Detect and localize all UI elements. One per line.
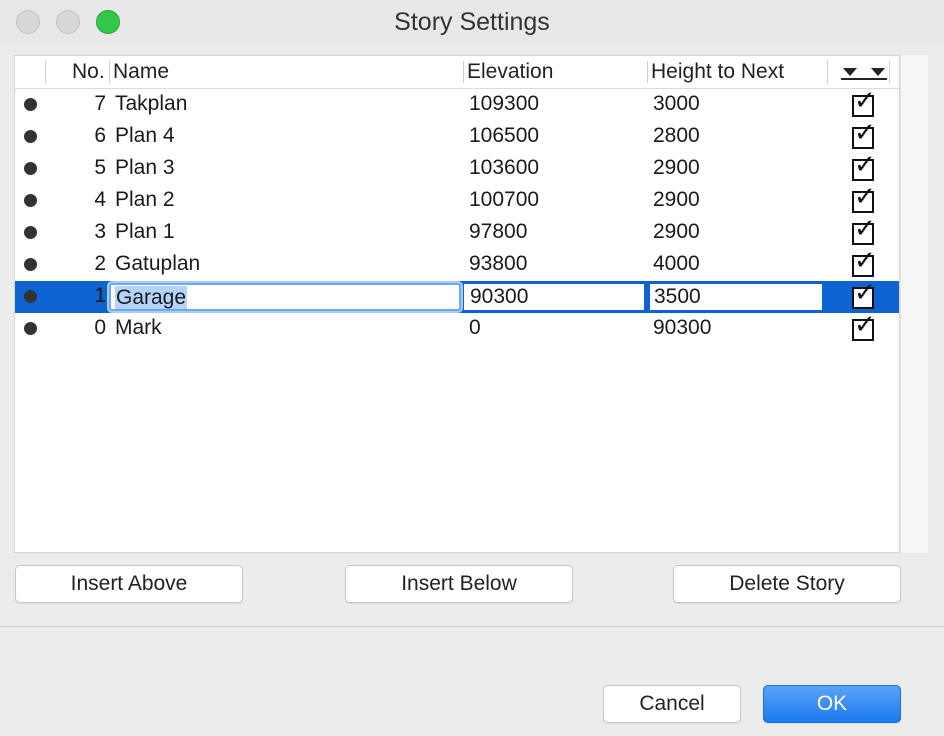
table-row[interactable]: 2 Gatuplan 93800 4000 ✓ xyxy=(15,247,899,281)
table-row[interactable]: 3 Plan 1 97800 2900 ✓ xyxy=(15,215,899,249)
show-story-checkbox[interactable]: ✓ xyxy=(852,151,876,181)
column-separator xyxy=(109,61,110,83)
story-height-to-next[interactable]: 4000 xyxy=(653,252,700,276)
checkmark-icon: ✓ xyxy=(854,245,876,275)
column-separator xyxy=(45,61,46,83)
show-story-checkbox[interactable]: ✓ xyxy=(852,311,876,341)
story-elevation[interactable]: 106500 xyxy=(469,124,539,148)
story-bullet-icon xyxy=(24,258,37,271)
table-header: No. Name Elevation Height to Next xyxy=(15,56,899,89)
story-height-to-next[interactable]: 90300 xyxy=(653,316,711,340)
column-separator xyxy=(647,61,648,83)
checkmark-icon: ✓ xyxy=(854,85,876,115)
column-separator xyxy=(827,61,828,83)
triangle-down-icon xyxy=(843,68,857,76)
table-row-selected[interactable]: 1 Garage 90300 3500 ✓ xyxy=(15,279,899,313)
story-number: 0 xyxy=(94,316,106,339)
column-header-name[interactable]: Name xyxy=(113,60,169,84)
story-number: 2 xyxy=(94,252,106,275)
story-name[interactable]: Takplan xyxy=(115,92,187,116)
story-elevation: 90300 xyxy=(470,285,529,308)
story-number: 1 xyxy=(94,284,106,307)
story-bullet-icon xyxy=(24,194,37,207)
checkmark-icon: ✓ xyxy=(854,277,876,307)
story-name: Garage xyxy=(115,286,188,309)
show-story-checkbox[interactable]: ✓ xyxy=(852,87,876,117)
checkmark-icon: ✓ xyxy=(854,309,876,339)
story-bullet-icon xyxy=(24,98,37,111)
story-elevation[interactable]: 97800 xyxy=(469,220,527,244)
story-bullet-icon xyxy=(24,290,37,303)
show-story-checkbox[interactable]: ✓ xyxy=(852,119,876,149)
story-name-input[interactable]: Garage xyxy=(109,283,461,311)
insert-above-button[interactable]: Insert Above xyxy=(15,565,243,603)
story-height-to-next[interactable]: 2900 xyxy=(653,220,700,244)
story-height-to-next[interactable]: 2900 xyxy=(653,156,700,180)
story-number: 7 xyxy=(94,92,106,115)
divider xyxy=(0,626,944,627)
table-row[interactable]: 0 Mark 0 90300 ✓ xyxy=(15,311,899,345)
title-bar: Story Settings xyxy=(0,0,944,44)
show-column-sort-icon[interactable] xyxy=(841,64,887,84)
table-row[interactable]: 4 Plan 2 100700 2900 ✓ xyxy=(15,183,899,217)
story-height-to-next[interactable]: 2800 xyxy=(653,124,700,148)
column-header-height-to-next[interactable]: Height to Next xyxy=(651,60,784,84)
story-height-to-next-input[interactable]: 3500 xyxy=(649,283,823,311)
story-elevation[interactable]: 100700 xyxy=(469,188,539,212)
show-story-checkbox[interactable]: ✓ xyxy=(852,279,876,309)
checkmark-icon: ✓ xyxy=(854,181,876,211)
story-bullet-icon xyxy=(24,162,37,175)
cancel-button[interactable]: Cancel xyxy=(603,685,741,723)
story-elevation[interactable]: 93800 xyxy=(469,252,527,276)
column-header-no[interactable]: No. xyxy=(72,60,105,84)
story-bullet-icon xyxy=(24,130,37,143)
story-height-to-next: 3500 xyxy=(654,285,701,308)
story-name[interactable]: Plan 4 xyxy=(115,124,175,148)
checkmark-icon: ✓ xyxy=(854,213,876,243)
show-story-checkbox[interactable]: ✓ xyxy=(852,183,876,213)
column-separator xyxy=(889,61,890,83)
story-number: 5 xyxy=(94,156,106,179)
table-row[interactable]: 7 Takplan 109300 3000 ✓ xyxy=(15,87,899,121)
story-elevation-input[interactable]: 90300 xyxy=(463,283,645,311)
story-elevation[interactable]: 109300 xyxy=(469,92,539,116)
story-bullet-icon xyxy=(24,322,37,335)
story-number: 4 xyxy=(94,188,106,211)
stories-table: No. Name Elevation Height to Next 7 Takp… xyxy=(14,55,900,553)
story-name[interactable]: Gatuplan xyxy=(115,252,200,276)
column-separator xyxy=(463,61,464,83)
insert-below-button[interactable]: Insert Below xyxy=(345,565,573,603)
story-name[interactable]: Plan 1 xyxy=(115,220,175,244)
story-elevation[interactable]: 103600 xyxy=(469,156,539,180)
checkmark-icon: ✓ xyxy=(854,117,876,147)
window-title: Story Settings xyxy=(394,8,550,36)
story-elevation[interactable]: 0 xyxy=(469,316,481,340)
story-height-to-next[interactable]: 2900 xyxy=(653,188,700,212)
table-row[interactable]: 5 Plan 3 103600 2900 ✓ xyxy=(15,151,899,185)
story-bullet-icon xyxy=(24,226,37,239)
story-name[interactable]: Mark xyxy=(115,316,162,340)
story-number: 3 xyxy=(94,220,106,243)
ok-button[interactable]: OK xyxy=(763,685,901,723)
table-row[interactable]: 6 Plan 4 106500 2800 ✓ xyxy=(15,119,899,153)
story-height-to-next[interactable]: 3000 xyxy=(653,92,700,116)
story-number: 6 xyxy=(94,124,106,147)
checkmark-icon: ✓ xyxy=(854,149,876,179)
triangle-down-icon xyxy=(871,68,885,76)
story-name[interactable]: Plan 2 xyxy=(115,188,175,212)
column-header-elevation[interactable]: Elevation xyxy=(467,60,553,84)
table-scrollbar[interactable] xyxy=(900,55,928,553)
show-story-checkbox[interactable]: ✓ xyxy=(852,247,876,277)
underline xyxy=(841,78,887,80)
story-name[interactable]: Plan 3 xyxy=(115,156,175,180)
show-story-checkbox[interactable]: ✓ xyxy=(852,215,876,245)
delete-story-button[interactable]: Delete Story xyxy=(673,565,901,603)
